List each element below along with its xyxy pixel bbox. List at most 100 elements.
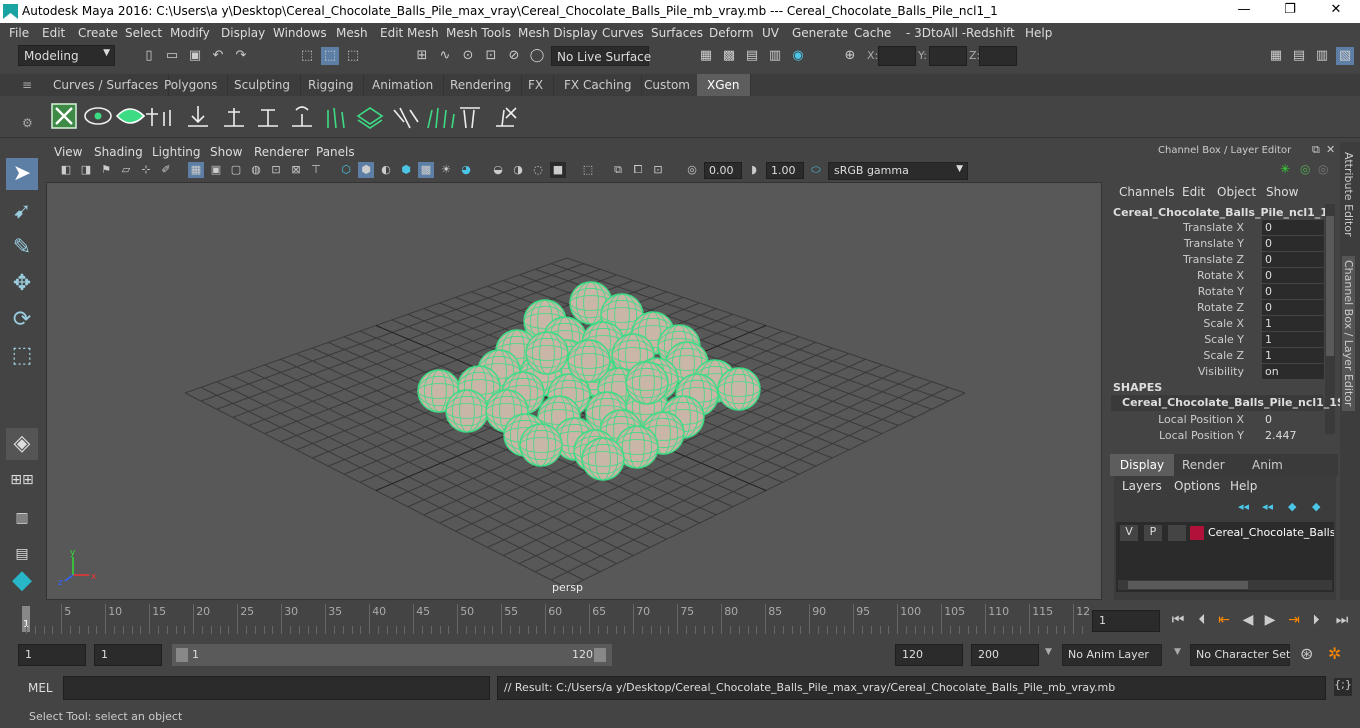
- step-forward-frame-icon[interactable]: ⏵: [1306, 612, 1326, 628]
- channel-sync-icon[interactable]: ◎: [1300, 162, 1310, 176]
- object-name[interactable]: Cereal_Chocolate_Balls_Pile_ncl1_1: [1113, 206, 1328, 219]
- menu-3dtoall[interactable]: - 3DtoAll -: [906, 26, 966, 40]
- snap-live-icon[interactable]: ◯: [528, 47, 546, 65]
- options-menu[interactable]: Options: [1174, 479, 1220, 493]
- channel-value[interactable]: 0: [1262, 220, 1324, 235]
- channel-box-icon[interactable]: ▧: [1336, 47, 1354, 65]
- tab-curves-surfaces[interactable]: Curves / Surfaces: [43, 74, 170, 96]
- panel-menu-panels[interactable]: Panels: [316, 145, 355, 159]
- current-frame-field[interactable]: 1: [1092, 610, 1160, 632]
- channel-value[interactable]: 2.447: [1262, 428, 1324, 443]
- open-scene-icon[interactable]: ▭: [163, 47, 181, 65]
- tab-attribute-editor[interactable]: Attribute Editor: [1342, 152, 1355, 237]
- all-lights-icon[interactable]: ☀: [438, 162, 454, 178]
- transform-mode-icon[interactable]: ⊕: [841, 47, 859, 65]
- anti-aliasing-icon[interactable]: ◌: [530, 162, 546, 178]
- menu-mesh-tools[interactable]: Mesh Tools: [446, 26, 511, 40]
- channel-row[interactable]: Local Position Y 2.447: [1112, 428, 1324, 444]
- channel-value[interactable]: 0: [1262, 252, 1324, 267]
- xray-components-icon[interactable]: ⧠: [630, 162, 646, 178]
- menu-mesh[interactable]: Mesh: [336, 26, 368, 40]
- playback-end-field[interactable]: 120: [895, 644, 963, 666]
- layers-menu[interactable]: Layers: [1122, 479, 1162, 493]
- layer-row[interactable]: V P Cereal_Chocolate_Balls_P: [1118, 525, 1334, 543]
- tab-animation[interactable]: Animation: [362, 74, 445, 96]
- y-field[interactable]: [929, 46, 967, 66]
- lasso-tool-icon[interactable]: ➹: [6, 196, 38, 228]
- channel-value[interactable]: 0: [1262, 300, 1324, 315]
- range-end-handle[interactable]: [594, 648, 606, 662]
- auto-key-icon[interactable]: ⊛: [1300, 644, 1313, 663]
- menu-redshift[interactable]: Redshift: [966, 26, 1015, 40]
- gamma-field[interactable]: 1.00: [766, 162, 804, 179]
- move-layer-down-icon[interactable]: ◂◂: [1262, 500, 1273, 513]
- layer-playback-toggle[interactable]: P: [1144, 525, 1162, 541]
- ipr-render-icon[interactable]: ▤: [743, 47, 761, 65]
- menu-file[interactable]: File: [9, 26, 29, 40]
- menu-select[interactable]: Select: [125, 26, 162, 40]
- xray-joints-icon[interactable]: ⧉: [610, 162, 626, 178]
- script-editor-icon[interactable]: {;}: [1334, 678, 1352, 696]
- channel-row[interactable]: Rotate Z 0: [1112, 300, 1324, 316]
- tab-polygons[interactable]: Polygons: [154, 74, 229, 96]
- layer-scroll-thumb[interactable]: [1128, 581, 1248, 589]
- channel-row[interactable]: Translate Y 0: [1112, 236, 1324, 252]
- shelf-menu-icon[interactable]: ≡: [22, 78, 32, 92]
- wireframe-mode-icon[interactable]: ⬡: [338, 162, 354, 178]
- modeling-toolkit-icon[interactable]: ▦: [1267, 47, 1285, 65]
- paint-select-tool-icon[interactable]: ✎: [6, 232, 38, 264]
- step-back-key-icon[interactable]: ⇤: [1214, 612, 1234, 628]
- rotate-tool-icon[interactable]: ⟳: [6, 304, 38, 336]
- depth-of-field-icon[interactable]: ■: [550, 162, 566, 178]
- channel-value[interactable]: 1: [1262, 316, 1324, 331]
- menu-deform[interactable]: Deform: [709, 26, 754, 40]
- render-frame-icon[interactable]: ▩: [720, 47, 738, 65]
- channel-value[interactable]: 1: [1262, 348, 1324, 363]
- smooth-shade-icon[interactable]: ⬢: [358, 162, 374, 178]
- menu-cache[interactable]: Cache: [854, 26, 891, 40]
- play-forwards-icon[interactable]: ▶: [1260, 612, 1280, 628]
- time-slider[interactable]: 1 5 10 15 20 25 30 35 40 45 50 55 60 65 70 75 80 85 90 95 1…: [18, 604, 1090, 634]
- anim-layer-chevron-icon[interactable]: ▼: [1045, 647, 1052, 657]
- panel-menu-shading[interactable]: Shading: [94, 145, 143, 159]
- z-field[interactable]: [979, 46, 1017, 66]
- channel-edit-menu[interactable]: Edit: [1182, 185, 1205, 199]
- tab-sculpting[interactable]: Sculpting: [224, 74, 302, 96]
- channel-row[interactable]: Translate Z 0: [1112, 252, 1324, 268]
- channel-row[interactable]: Local Position X 0: [1112, 412, 1324, 428]
- menu-display[interactable]: Display: [221, 26, 265, 40]
- tab-render[interactable]: Render: [1182, 458, 1225, 472]
- play-backwards-icon[interactable]: ◀: [1238, 612, 1258, 628]
- color-space-dropdown[interactable]: sRGB gamma ▼: [828, 162, 968, 180]
- animation-end-field[interactable]: 200: [971, 644, 1039, 666]
- menu-modify[interactable]: Modify: [170, 26, 210, 40]
- two-view-layout-icon[interactable]: ▥: [6, 502, 38, 534]
- animation-start-field[interactable]: 1: [18, 644, 86, 666]
- tab-display[interactable]: Display: [1110, 454, 1174, 476]
- command-input[interactable]: [63, 676, 490, 700]
- x-field[interactable]: [878, 46, 916, 66]
- go-to-end-icon[interactable]: ⏭: [1332, 612, 1352, 628]
- manipulator-icon[interactable]: ✳: [1280, 162, 1290, 176]
- menu-help[interactable]: Help: [1025, 26, 1052, 40]
- channels-menu[interactable]: Channels: [1119, 185, 1175, 199]
- panel-menu-view[interactable]: View: [54, 145, 82, 159]
- camera-attributes-icon[interactable]: ◨: [78, 162, 94, 178]
- safe-title-icon[interactable]: ⊠: [288, 162, 304, 178]
- render-settings-icon[interactable]: ▦: [697, 47, 715, 65]
- undo-icon[interactable]: ↶: [209, 47, 227, 65]
- exposure-field[interactable]: 0.00: [704, 162, 742, 179]
- perspective-viewport[interactable]: x y z persp: [46, 182, 1102, 600]
- mode-selector[interactable]: Modeling ▼: [18, 45, 115, 66]
- channel-row[interactable]: Rotate Y 0: [1112, 284, 1324, 300]
- hypershade-icon[interactable]: ◉: [789, 47, 807, 65]
- snap-grid-icon[interactable]: ⊞: [413, 47, 431, 65]
- color-management-icon[interactable]: ⬭: [808, 162, 824, 178]
- channel-value[interactable]: 0: [1262, 268, 1324, 283]
- scale-tool-icon[interactable]: ⬚: [6, 340, 38, 372]
- panel-menu-lighting[interactable]: Lighting: [152, 145, 201, 159]
- shape-row[interactable]: Cereal_Chocolate_Balls_Pile_ncl1_1S...: [1111, 395, 1357, 411]
- gamma-icon[interactable]: ◗: [746, 162, 762, 178]
- channel-value[interactable]: 0: [1262, 236, 1324, 251]
- layer-color-swatch[interactable]: [1190, 526, 1204, 540]
